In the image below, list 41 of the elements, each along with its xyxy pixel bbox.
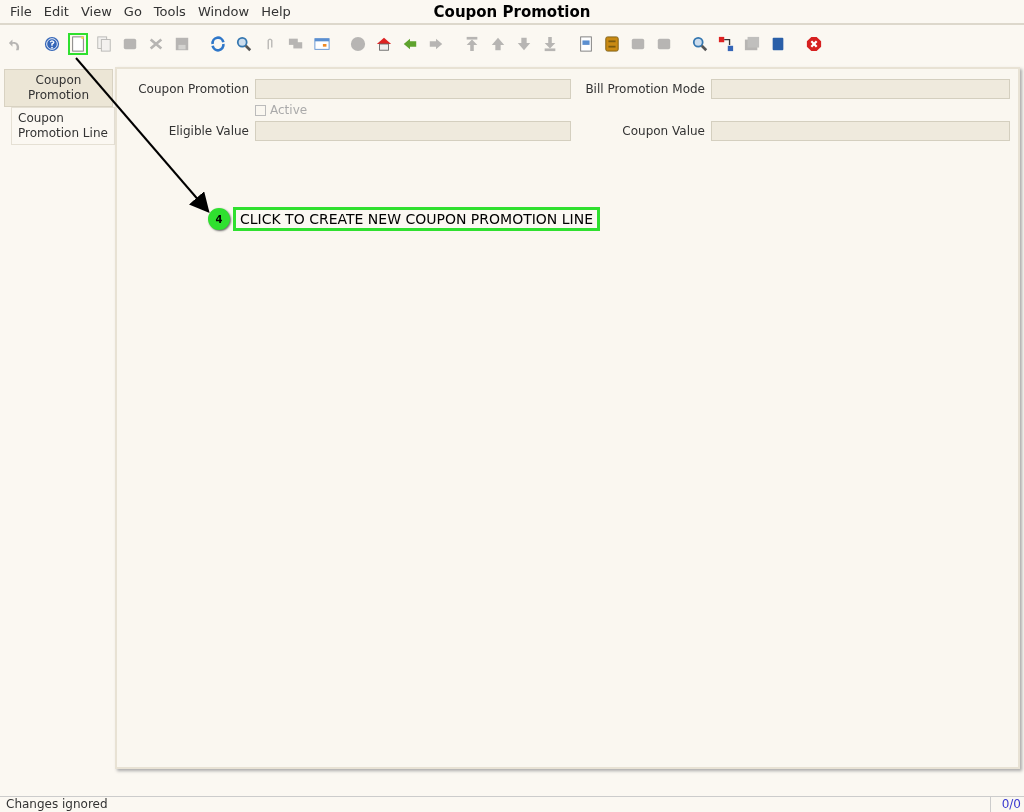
- record-count: 0/0: [1000, 797, 1022, 812]
- help-icon: [44, 35, 60, 53]
- report-icon: [578, 35, 594, 53]
- next-icon: [516, 35, 532, 53]
- save-icon: [174, 35, 190, 53]
- window-title: Coupon Promotion: [433, 3, 591, 21]
- previous-icon: [490, 35, 506, 53]
- menu-item[interactable]: Window: [191, 4, 256, 19]
- find-icon: [236, 35, 252, 53]
- checkbox-label: Active: [270, 103, 308, 117]
- tab[interactable]: Coupon Promotion: [4, 69, 113, 107]
- menu-item[interactable]: Help: [255, 4, 297, 19]
- menu-item[interactable]: File: [4, 4, 38, 19]
- toolbar-button[interactable]: [602, 33, 622, 55]
- bill-promotion-mode-field[interactable]: [711, 79, 1010, 99]
- field-label: Bill Promotion Mode: [584, 82, 705, 96]
- menu-item[interactable]: Go: [117, 4, 148, 19]
- menu-item[interactable]: Tools: [147, 4, 192, 19]
- status-message: Changes ignored: [0, 797, 991, 812]
- first-icon: [464, 35, 480, 53]
- field-label: Coupon Promotion: [137, 82, 249, 96]
- callout-text: CLICK TO CREATE NEW COUPON PROMOTION LINE: [233, 207, 600, 231]
- tab[interactable]: Coupon Promotion Line: [11, 107, 115, 145]
- exit-icon: [806, 35, 822, 53]
- menu-item[interactable]: Edit: [37, 4, 75, 19]
- field-label: Eligible Value: [167, 124, 249, 138]
- last-icon: [542, 35, 558, 53]
- box-icon: [770, 35, 786, 53]
- coupon-promotion-field[interactable]: [255, 79, 571, 99]
- calendar-icon: [314, 35, 330, 53]
- menu-item[interactable]: View: [74, 4, 118, 19]
- archive-icon: [604, 35, 620, 53]
- refresh-icon: [210, 35, 226, 53]
- eligible-value-field[interactable]: [255, 121, 571, 141]
- new-icon: [70, 35, 86, 53]
- zoom-icon: [692, 35, 708, 53]
- home-icon: [376, 35, 392, 53]
- copy-icon: [96, 35, 112, 53]
- workflow-icon: [718, 35, 734, 53]
- field-label: Coupon Value: [621, 124, 705, 138]
- coupon-value-field[interactable]: [711, 121, 1010, 141]
